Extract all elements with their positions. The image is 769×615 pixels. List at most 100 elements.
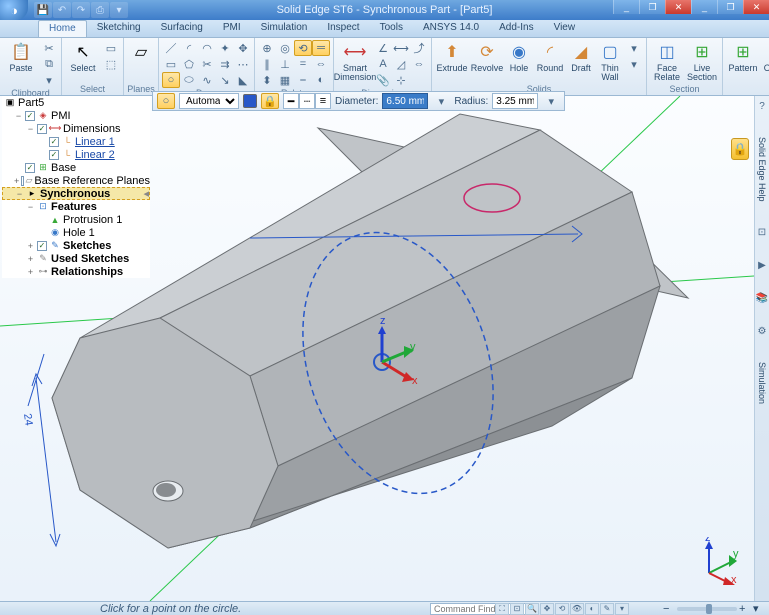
help-icon[interactable]: ? <box>756 100 769 113</box>
face-relate-button[interactable]: ◫Face Relate <box>650 40 684 84</box>
diameter-dropdown[interactable]: ▾ <box>432 93 450 109</box>
zoom-handle[interactable] <box>706 604 712 614</box>
line-button[interactable]: ／ <box>162 40 180 56</box>
qat-more[interactable]: ▾ <box>110 2 128 18</box>
orient-button[interactable]: ⊡Orient <box>761 40 769 84</box>
app-menu-button[interactable]: ◑ <box>0 0 28 20</box>
close-button[interactable]: ✕ <box>743 0 769 14</box>
radius-dropdown[interactable]: ▾ <box>542 93 560 109</box>
diameter-input[interactable] <box>382 93 428 109</box>
rel-coincident[interactable]: ⊕ <box>258 40 276 56</box>
linetype-center[interactable]: ≡ <box>315 93 331 109</box>
draft-button[interactable]: ◢Draft <box>567 40 595 84</box>
planes-button[interactable]: ▱ <box>127 40 155 84</box>
tree-root[interactable]: ▣Part5 <box>2 96 150 109</box>
rel-symmetric[interactable]: ⇔ <box>312 56 330 72</box>
clipboard-more[interactable]: ▾ <box>40 72 58 88</box>
mdi-minimize-button[interactable]: _ <box>613 0 639 14</box>
rel-concentric[interactable]: ◎ <box>276 40 294 56</box>
tab-inspect[interactable]: Inspect <box>317 20 369 37</box>
spline-button[interactable]: ∿ <box>198 72 216 88</box>
rel-tangent[interactable]: ⟲ <box>294 40 312 56</box>
rel-horizontal[interactable]: ═ <box>312 40 330 56</box>
rect-button[interactable]: ▭ <box>162 56 180 72</box>
rel-rigid[interactable]: ▦ <box>276 72 294 88</box>
copy-button[interactable]: ⧉ <box>40 56 58 72</box>
tree-protrusion[interactable]: ▲Protrusion 1 <box>2 213 150 226</box>
help-lock-badge[interactable]: 🔒 <box>731 138 749 160</box>
chamfer-button[interactable]: ◣ <box>234 72 252 88</box>
hole-button[interactable]: ◉Hole <box>505 40 533 84</box>
dim-angular[interactable]: ∠ <box>374 40 392 56</box>
library-icon[interactable]: 📚 <box>756 292 769 305</box>
ellipse-button[interactable]: ⬭ <box>180 72 198 88</box>
tab-surfacing[interactable]: Surfacing <box>151 20 213 37</box>
circle-mode-icon[interactable]: ○ <box>157 93 175 109</box>
view-named[interactable]: ▾ <box>615 603 629 615</box>
view-zoom-area[interactable]: ⊡ <box>510 603 524 615</box>
tree-base[interactable]: ✓⊞Base <box>2 161 150 174</box>
radius-input[interactable] <box>492 93 538 109</box>
qat-print[interactable]: ⎙ <box>91 2 109 18</box>
tab-view[interactable]: View <box>544 20 586 37</box>
tab-home[interactable]: Home <box>38 20 87 37</box>
view-styles[interactable]: ◐ <box>585 603 599 615</box>
rel-midpoint[interactable]: ◐ <box>312 72 330 88</box>
extrude-button[interactable]: ⬆Extrude <box>435 40 469 84</box>
paste-button[interactable]: 📋 Paste <box>3 40 39 84</box>
qat-save[interactable]: 💾 <box>34 2 52 18</box>
dim-auto[interactable]: A <box>374 56 392 72</box>
live-section-button[interactable]: ⊞Live Section <box>685 40 719 84</box>
arc-button[interactable]: ◜ <box>180 40 198 56</box>
tab-ansys[interactable]: ANSYS 14.0 <box>413 20 489 37</box>
minimize-button[interactable]: _ <box>691 0 717 14</box>
construction-button[interactable]: ⋯ <box>234 56 252 72</box>
zoom-slider[interactable] <box>677 607 737 611</box>
tree-features[interactable]: −⊡Features <box>2 200 150 213</box>
select-opt1[interactable]: ▭ <box>102 40 120 56</box>
view-rotate[interactable]: ⟲ <box>555 603 569 615</box>
rel-parallel[interactable]: ∥ <box>258 56 276 72</box>
color-swatch[interactable] <box>243 94 257 108</box>
dim-symmetric[interactable]: ⇔ <box>410 56 428 72</box>
maximize-button[interactable]: ❐ <box>717 0 743 14</box>
view-sketch[interactable]: ✎ <box>600 603 614 615</box>
view-triad[interactable]: z y x <box>691 537 739 585</box>
promptbar-icon[interactable]: ⊡ <box>756 226 769 239</box>
project-button[interactable]: ↘ <box>216 72 234 88</box>
simulation-tab[interactable]: Simulation <box>757 358 767 408</box>
trim-button[interactable]: ✂ <box>198 56 216 72</box>
round-button[interactable]: ◜Round <box>534 40 566 84</box>
qat-redo[interactable]: ↷ <box>72 2 90 18</box>
tree-linear1[interactable]: ✓└Linear 1 <box>2 135 150 148</box>
tab-simulation[interactable]: Simulation <box>251 20 318 37</box>
tab-sketching[interactable]: Sketching <box>87 20 151 37</box>
youtube-icon[interactable]: ▶ <box>756 259 769 272</box>
zoom-menu[interactable]: ▾ <box>753 602 765 615</box>
view-pan[interactable]: ✥ <box>540 603 554 615</box>
pattern-button[interactable]: ⊞Pattern <box>726 40 760 84</box>
sim-icon[interactable]: ⚙ <box>756 325 769 338</box>
tree-linear2[interactable]: ✓└Linear 2 <box>2 148 150 161</box>
view-look[interactable]: 👁 <box>570 603 584 615</box>
solids-more1[interactable]: ▾ <box>625 40 643 56</box>
mdi-close-button[interactable]: ✕ <box>665 0 691 14</box>
dim-distance[interactable]: ⟷ <box>392 40 410 56</box>
select-opt2[interactable]: ⬚ <box>102 56 120 72</box>
zoom-out[interactable]: − <box>663 603 675 615</box>
smart-dimension-button[interactable]: ⟷ Smart Dimension <box>337 40 373 84</box>
tree-relationships[interactable]: +⊶Relationships <box>2 265 150 278</box>
tree-pmi[interactable]: −✓◈PMI <box>2 109 150 122</box>
rel-collinear[interactable]: ⎯ <box>294 72 312 88</box>
tree-sketches[interactable]: +✓✎Sketches <box>2 239 150 252</box>
fillet-button[interactable]: ◠ <box>198 40 216 56</box>
dim-coord[interactable]: ⤴ <box>410 40 428 56</box>
linestyle-select[interactable]: Automatic <box>179 93 239 109</box>
tree-used-sketches[interactable]: +✎Used Sketches <box>2 252 150 265</box>
rel-perp[interactable]: ⊥ <box>276 56 294 72</box>
tab-addins[interactable]: Add-Ins <box>489 20 543 37</box>
lock-plane-icon[interactable]: 🔒 <box>261 93 279 109</box>
solids-more2[interactable]: ▾ <box>625 56 643 72</box>
tree-dimensions[interactable]: −✓⟷Dimensions <box>2 122 150 135</box>
move-button[interactable]: ✥ <box>234 40 252 56</box>
